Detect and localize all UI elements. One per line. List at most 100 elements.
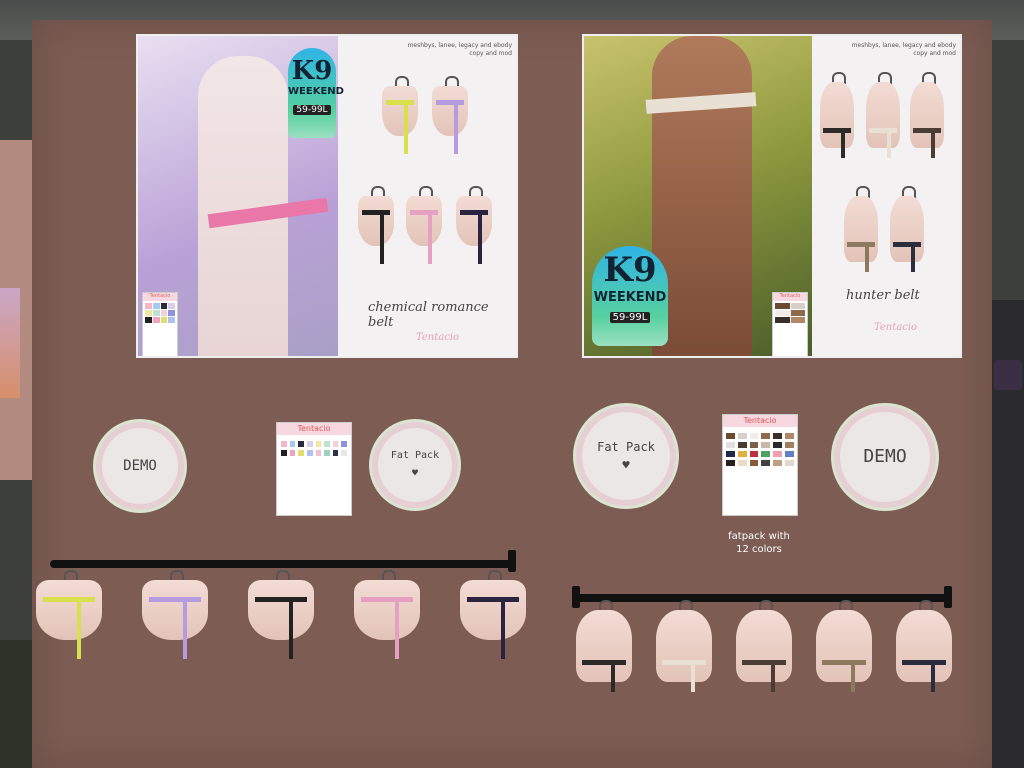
color-swatch [785,451,794,457]
belt-mannequin[interactable] [382,76,418,155]
color-swatch [168,310,175,316]
mannequin-torso [656,610,712,682]
fatpack-vendor-right[interactable]: Fat Pack ♥ [582,412,670,500]
belt-tail [850,663,855,693]
color-swatch [168,303,175,309]
belt-mannequin[interactable] [432,76,468,155]
color-swatch [726,451,735,457]
color-swatch [775,317,790,323]
mannequin-torso [816,610,872,682]
demo-vendor-right[interactable]: DEMO [840,412,930,502]
mannequin-torso [820,82,854,148]
brand-signature: Tentacio [416,332,460,343]
neighbor-avatar-thumb [994,360,1022,390]
belt-name-label: hunter belt [846,288,920,303]
belt-mannequin[interactable] [406,186,442,265]
color-swatch [152,317,160,323]
brand-signature: Tentacio [874,322,918,333]
belt-strap [741,659,787,665]
color-swatch [737,442,747,448]
belt-tail [394,600,399,660]
color-swatch [749,451,759,457]
belt-name-label: chemical romance belt [368,300,489,330]
belt-tail [770,663,775,693]
mannequin-torso [36,580,102,640]
belt-mannequin[interactable] [456,186,492,265]
color-swatch [160,303,168,309]
belt-mannequin[interactable] [656,600,712,696]
belt-tail [500,600,505,660]
poster-hunter-belt[interactable]: K9 WEEKEND 59-99L Tentacio meshbys, lane… [582,34,962,358]
belt-tail [428,212,433,265]
belt-tail [865,245,870,273]
belt-mannequin[interactable] [896,600,952,696]
poster-chemical-romance[interactable]: K9 WEEKEND 59-99L Tentacio meshbys, lane… [136,34,518,358]
belt-strap [901,659,947,665]
belt-mannequin[interactable] [36,570,102,660]
color-swatch [332,450,339,456]
belt-mannequin[interactable] [354,570,420,660]
color-swatch [761,442,771,448]
neighbor-building-right [992,300,1024,768]
color-swatch [145,303,152,309]
belt-tail [76,600,81,660]
model-photo-right: K9 WEEKEND 59-99L Tentacio [584,36,812,356]
color-swatch [289,441,296,447]
neighbor-building-left [0,140,32,480]
mannequin-torso [576,610,632,682]
fatpack-color-card-left[interactable]: Tentacio [276,422,352,516]
belt-mannequin[interactable] [460,570,526,660]
color-swatch [773,433,783,439]
belt-mannequin[interactable] [736,600,792,696]
color-swatch [160,310,168,316]
color-swatch [749,433,759,439]
color-swatch [790,310,805,316]
belt-mannequin[interactable] [576,600,632,696]
display-rail-left [50,560,516,568]
belt-mannequin[interactable] [844,186,878,276]
belt-mannequin[interactable] [358,186,394,265]
belt-mannequin[interactable] [816,600,872,696]
color-swatch [785,460,794,466]
color-swatch [341,441,347,447]
belt-mannequin[interactable] [820,72,854,162]
fatpack-color-card-right[interactable]: Tentacio [722,414,798,516]
color-swatch [749,460,759,466]
color-swatch [341,450,347,456]
belt-strap [893,241,921,247]
color-swatch [737,451,747,457]
fatpack-vendor-left[interactable]: Fat Pack ♥ [378,428,452,502]
color-swatch [790,303,805,309]
color-swatch [785,433,794,439]
belt-strap [459,209,489,215]
color-swatch [785,442,794,448]
color-swatch [790,317,805,323]
belt-tail [404,102,409,155]
belt-mannequin[interactable] [142,570,208,660]
belt-tail [931,131,936,159]
belt-strap [869,127,897,133]
color-swatch [726,442,735,448]
color-swatch [160,317,168,323]
mannequin-torso [432,86,468,136]
belt-tail [454,102,459,155]
demo-vendor-left[interactable]: DEMO [102,428,178,504]
belt-mannequin[interactable] [910,72,944,162]
mannequin-torso [844,196,878,262]
mannequin-torso [248,580,314,640]
belt-strap [466,596,520,602]
belt-mannequin[interactable] [890,186,924,276]
belt-strap [821,659,867,665]
belt-strap [409,209,439,215]
color-swatch [298,450,304,456]
color-swatch [761,433,771,439]
color-swatch [773,451,783,457]
belt-strap [435,99,465,105]
belt-strap [823,127,851,133]
belt-mannequin[interactable] [866,72,900,162]
mannequin-torso [460,580,526,640]
belt-mannequin[interactable] [248,570,314,660]
color-swatch [773,460,783,466]
mini-color-card: Tentacio [142,292,178,356]
color-swatch [726,460,735,466]
